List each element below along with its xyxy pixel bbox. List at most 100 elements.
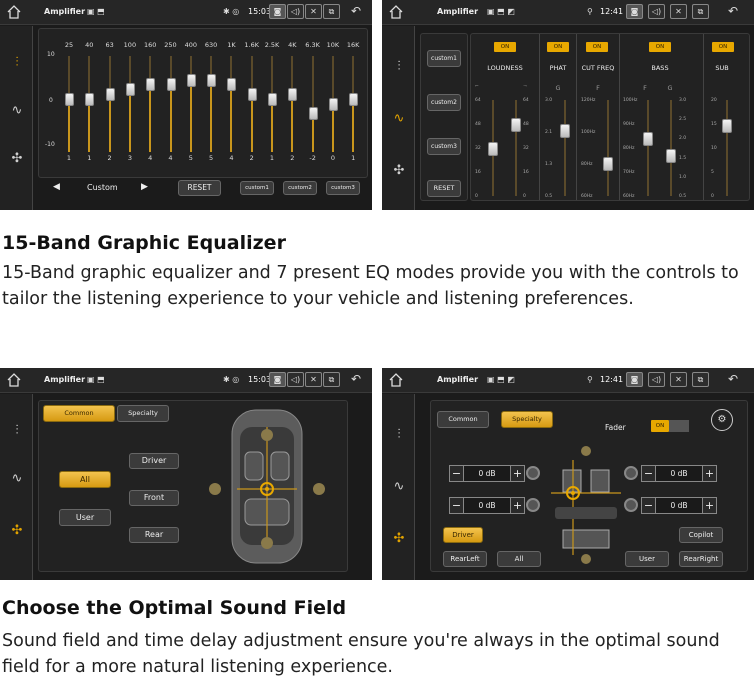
volume-icon[interactable]: ◁) bbox=[648, 4, 665, 19]
increase-button[interactable]: + bbox=[510, 465, 525, 482]
volume-icon[interactable]: ◁) bbox=[648, 372, 665, 387]
band-knob[interactable] bbox=[349, 92, 359, 106]
multiwindow-icon[interactable]: ⧉ bbox=[323, 4, 340, 19]
driver-button[interactable]: Driver bbox=[443, 527, 483, 543]
band-knob[interactable] bbox=[207, 73, 217, 87]
bass-on-button[interactable]: ON bbox=[649, 42, 671, 52]
increase-button[interactable]: + bbox=[702, 497, 717, 514]
multiwindow-icon[interactable]: ⧉ bbox=[323, 372, 340, 387]
equalizer-sliders-icon[interactable]: ⫶ bbox=[386, 54, 412, 80]
rear-left-button[interactable]: RearLeft bbox=[443, 551, 487, 567]
close-icon[interactable]: ✕ bbox=[305, 372, 322, 387]
custom2-button[interactable]: custom2 bbox=[427, 94, 461, 111]
home-icon[interactable] bbox=[388, 5, 404, 19]
waveform-icon[interactable]: ∿ bbox=[386, 106, 412, 132]
home-icon[interactable] bbox=[6, 373, 22, 387]
tab-specialty[interactable]: Specialty bbox=[501, 411, 553, 428]
tab-specialty[interactable]: Specialty bbox=[117, 405, 169, 422]
back-icon[interactable]: ↶ bbox=[725, 4, 741, 20]
seat-settings-icon[interactable]: ⚙ bbox=[711, 409, 733, 431]
sub-knob[interactable] bbox=[722, 119, 732, 133]
equalizer-sliders-icon[interactable]: ⫶ bbox=[4, 50, 30, 76]
back-icon[interactable]: ↶ bbox=[725, 372, 741, 388]
increase-button[interactable]: + bbox=[510, 497, 525, 514]
camera-icon[interactable]: ◙ bbox=[626, 372, 643, 387]
custom3-button[interactable]: custom3 bbox=[326, 181, 360, 195]
close-icon[interactable]: ✕ bbox=[670, 4, 687, 19]
band-knob[interactable] bbox=[125, 83, 135, 97]
user-button[interactable]: User bbox=[59, 509, 111, 526]
bass-f-label: F bbox=[643, 84, 647, 92]
front-button[interactable]: Front bbox=[129, 490, 179, 506]
close-icon[interactable]: ✕ bbox=[670, 372, 687, 387]
reset-button[interactable]: RESET bbox=[178, 180, 221, 196]
band-knob[interactable] bbox=[308, 107, 318, 121]
decrease-button[interactable]: − bbox=[449, 465, 464, 482]
decrease-button[interactable]: − bbox=[641, 465, 656, 482]
camera-icon[interactable]: ◙ bbox=[626, 4, 643, 19]
equalizer-sliders-icon[interactable]: ⫶ bbox=[4, 418, 30, 444]
camera-icon[interactable]: ◙ bbox=[269, 4, 286, 19]
rear-right-button[interactable]: RearRight bbox=[679, 551, 723, 567]
cutfreq-knob[interactable] bbox=[603, 157, 613, 171]
bass-g-knob[interactable] bbox=[666, 149, 676, 163]
copilot-button[interactable]: Copilot bbox=[679, 527, 723, 543]
volume-icon[interactable]: ◁) bbox=[287, 372, 304, 387]
prev-preset-button[interactable]: ◀ bbox=[53, 182, 60, 192]
phat-on-button[interactable]: ON bbox=[547, 42, 569, 52]
band-knob[interactable] bbox=[247, 87, 257, 101]
bass-f-knob[interactable] bbox=[643, 132, 653, 146]
all-button[interactable]: All bbox=[59, 471, 111, 488]
phat-knob[interactable] bbox=[560, 124, 570, 138]
volume-icon[interactable]: ◁) bbox=[287, 4, 304, 19]
custom3-button[interactable]: custom3 bbox=[427, 138, 461, 155]
custom1-button[interactable]: custom1 bbox=[240, 181, 274, 195]
decrease-button[interactable]: − bbox=[641, 497, 656, 514]
equalizer-sliders-icon[interactable]: ⫶ bbox=[386, 422, 412, 448]
back-icon[interactable]: ↶ bbox=[348, 4, 364, 20]
tab-common[interactable]: Common bbox=[437, 411, 489, 428]
home-icon[interactable] bbox=[388, 373, 404, 387]
rear-button[interactable]: Rear bbox=[129, 527, 179, 543]
waveform-icon[interactable]: ∿ bbox=[4, 466, 30, 492]
waveform-icon[interactable]: ∿ bbox=[386, 474, 412, 500]
band-knob[interactable] bbox=[65, 92, 74, 106]
band-knob[interactable] bbox=[328, 97, 338, 111]
sound-field-icon[interactable]: ✣ bbox=[386, 526, 412, 552]
band-knob[interactable] bbox=[105, 87, 115, 101]
loudness-right-knob[interactable] bbox=[511, 118, 521, 132]
band-knob[interactable] bbox=[186, 73, 196, 87]
reset-button[interactable]: RESET bbox=[427, 180, 461, 197]
sound-field-icon[interactable]: ✣ bbox=[4, 146, 30, 172]
driver-button[interactable]: Driver bbox=[129, 453, 179, 469]
next-preset-button[interactable]: ▶ bbox=[141, 182, 148, 192]
sound-field-icon[interactable]: ✣ bbox=[4, 518, 30, 544]
increase-button[interactable]: + bbox=[702, 465, 717, 482]
sound-field-icon[interactable]: ✣ bbox=[386, 158, 412, 184]
band-knob[interactable] bbox=[85, 92, 95, 106]
band-knob[interactable] bbox=[288, 87, 298, 101]
decrease-button[interactable]: − bbox=[449, 497, 464, 514]
loudness-on-button[interactable]: ON bbox=[494, 42, 516, 52]
tab-common[interactable]: Common bbox=[43, 405, 115, 422]
band-slider: 630 5 bbox=[201, 29, 221, 179]
band-knob[interactable] bbox=[268, 92, 277, 106]
multiwindow-icon[interactable]: ⧉ bbox=[692, 372, 709, 387]
close-icon[interactable]: ✕ bbox=[305, 4, 322, 19]
sub-on-button[interactable]: ON bbox=[712, 42, 734, 52]
user-button[interactable]: User bbox=[625, 551, 669, 567]
band-knob[interactable] bbox=[166, 78, 176, 92]
custom2-button[interactable]: custom2 bbox=[283, 181, 317, 195]
fader-on-toggle[interactable]: ON bbox=[651, 420, 669, 432]
back-icon[interactable]: ↶ bbox=[348, 372, 364, 388]
cutfreq-on-button[interactable]: ON bbox=[586, 42, 608, 52]
band-knob[interactable] bbox=[227, 78, 237, 92]
waveform-icon[interactable]: ∿ bbox=[4, 98, 30, 124]
all-button[interactable]: All bbox=[497, 551, 541, 567]
multiwindow-icon[interactable]: ⧉ bbox=[692, 4, 709, 19]
loudness-left-knob[interactable] bbox=[488, 142, 498, 156]
band-knob[interactable] bbox=[146, 78, 156, 92]
camera-icon[interactable]: ◙ bbox=[269, 372, 286, 387]
custom1-button[interactable]: custom1 bbox=[427, 50, 461, 67]
home-icon[interactable] bbox=[6, 5, 22, 19]
